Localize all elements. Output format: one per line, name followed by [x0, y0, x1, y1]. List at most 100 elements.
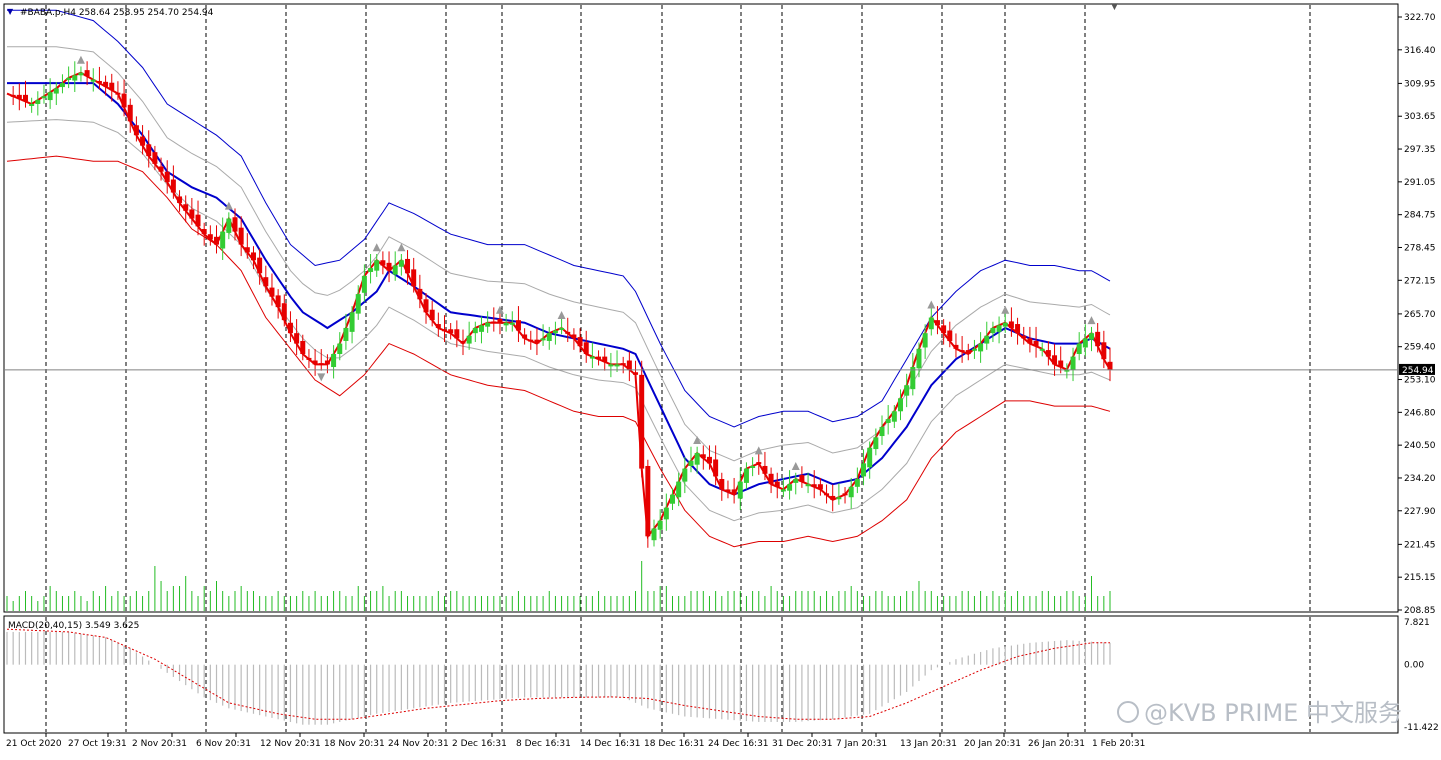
- candle-body: [651, 528, 657, 541]
- price-tick-label: 297.35: [1404, 145, 1436, 155]
- candle-body: [460, 340, 466, 344]
- price-tick-label: 303.65: [1404, 112, 1436, 122]
- price-tick-label: 322.70: [1404, 13, 1436, 23]
- candle-body: [928, 317, 934, 330]
- price-tick-label: 253.10: [1404, 376, 1436, 386]
- time-tick-label: 1 Feb 20:31: [1092, 739, 1145, 749]
- candle-body: [158, 166, 164, 172]
- candle-body: [750, 465, 756, 468]
- candle-body: [1033, 340, 1039, 347]
- candle-body: [571, 334, 577, 339]
- candle-body: [386, 262, 392, 271]
- candle-body: [324, 360, 330, 365]
- candle-body: [515, 320, 521, 331]
- macd-indicator: [6, 628, 1111, 725]
- time-tick-label: 18 Nov 20:31: [324, 739, 385, 749]
- candle-body: [941, 325, 947, 334]
- chart-canvas[interactable]: 322.70 316.40 309.95 303.65 297.35 291.05 284.…: [0, 0, 1441, 756]
- time-tick-label: 20 Jan 20:31: [964, 739, 1021, 749]
- candle-body: [466, 335, 472, 344]
- close-marker-icon[interactable]: ▼: [7, 7, 14, 16]
- time-tick-label: 13 Jan 20:31: [900, 739, 957, 749]
- time-tick-label: 2 Dec 16:31: [452, 739, 507, 749]
- candle-body: [990, 327, 996, 334]
- price-tick-label: 215.15: [1404, 573, 1436, 583]
- scroll-marker-icon[interactable]: ▼: [1111, 2, 1118, 12]
- upper-band: [7, 9, 1111, 428]
- candle-body: [121, 93, 127, 108]
- candle-body: [207, 234, 213, 240]
- candle-body: [1107, 361, 1113, 370]
- candle-body: [59, 83, 65, 88]
- candle-body: [392, 265, 398, 275]
- candle-body: [836, 497, 842, 500]
- price-tick-label: 246.80: [1404, 408, 1436, 418]
- candle-body: [682, 468, 688, 482]
- inner-upper-band: [7, 46, 1111, 462]
- candle-body: [984, 335, 990, 344]
- candle-body: [442, 329, 448, 332]
- candle-body: [1052, 355, 1058, 365]
- trading-chart[interactable]: 322.70 316.40 309.95 303.65 297.35 291.05 284.…: [0, 0, 1441, 756]
- time-tick-label: 21 Oct 2020: [6, 739, 62, 749]
- candle-body: [244, 247, 250, 253]
- candle-body: [978, 343, 984, 352]
- candle-body: [380, 260, 386, 266]
- price-line: [6, 71, 1111, 539]
- candle-body: [10, 94, 16, 97]
- candle-body: [787, 484, 793, 491]
- lower-band: [6, 155, 1111, 548]
- candle-body: [47, 92, 53, 101]
- candle-body: [478, 325, 484, 332]
- candle-body: [398, 260, 404, 267]
- candle-body: [645, 465, 651, 537]
- macd-tick-label: 7.821: [1404, 618, 1430, 628]
- fractal-up-icon: [791, 462, 800, 471]
- candle-body: [140, 136, 146, 146]
- candle-body: [756, 462, 762, 465]
- candle-body: [959, 350, 965, 353]
- candle-body: [66, 77, 72, 80]
- candle-body: [170, 179, 176, 193]
- candle-body: [799, 475, 805, 482]
- candle-body: [916, 348, 922, 369]
- time-tick-label: 14 Dec 16:31: [580, 739, 641, 749]
- candle-body: [263, 277, 269, 287]
- candle-body: [1002, 322, 1008, 327]
- candle-body: [226, 218, 232, 233]
- candle-body: [485, 322, 491, 327]
- candle-body: [1101, 342, 1107, 360]
- candle-body: [300, 340, 306, 354]
- candle-body: [552, 330, 558, 334]
- candle-body: [534, 339, 540, 344]
- candle-body: [337, 343, 343, 354]
- candle-body: [725, 489, 731, 493]
- candle-body: [626, 360, 632, 370]
- candle-body: [1045, 350, 1051, 357]
- candle-body: [811, 484, 817, 487]
- fractal-up-icon: [495, 305, 504, 314]
- candle-body: [676, 481, 682, 498]
- candle-body: [201, 228, 207, 235]
- price-tick-label: 309.95: [1404, 79, 1436, 89]
- time-tick-label: 2 Nov 20:31: [132, 739, 187, 749]
- candle-body: [146, 144, 152, 157]
- candle-body: [53, 88, 59, 94]
- candle-body: [103, 81, 109, 87]
- candle-body: [1039, 348, 1045, 351]
- candle-body: [885, 419, 891, 424]
- candle-body: [35, 100, 41, 104]
- candle-body: [368, 268, 374, 272]
- fractal-arrows: [76, 55, 1096, 471]
- candle-body: [417, 288, 423, 300]
- price-tick-label: 291.05: [1404, 178, 1436, 188]
- time-tick-label: 12 Nov 20:31: [260, 739, 321, 749]
- candle-body: [1021, 335, 1027, 339]
- candle-body: [503, 322, 509, 326]
- candle-body: [269, 287, 275, 297]
- candle-body: [608, 364, 614, 367]
- time-tick-label: 27 Oct 19:31: [68, 739, 127, 749]
- candle-body: [848, 486, 854, 498]
- candle-body: [374, 260, 380, 271]
- candle-body: [719, 479, 725, 490]
